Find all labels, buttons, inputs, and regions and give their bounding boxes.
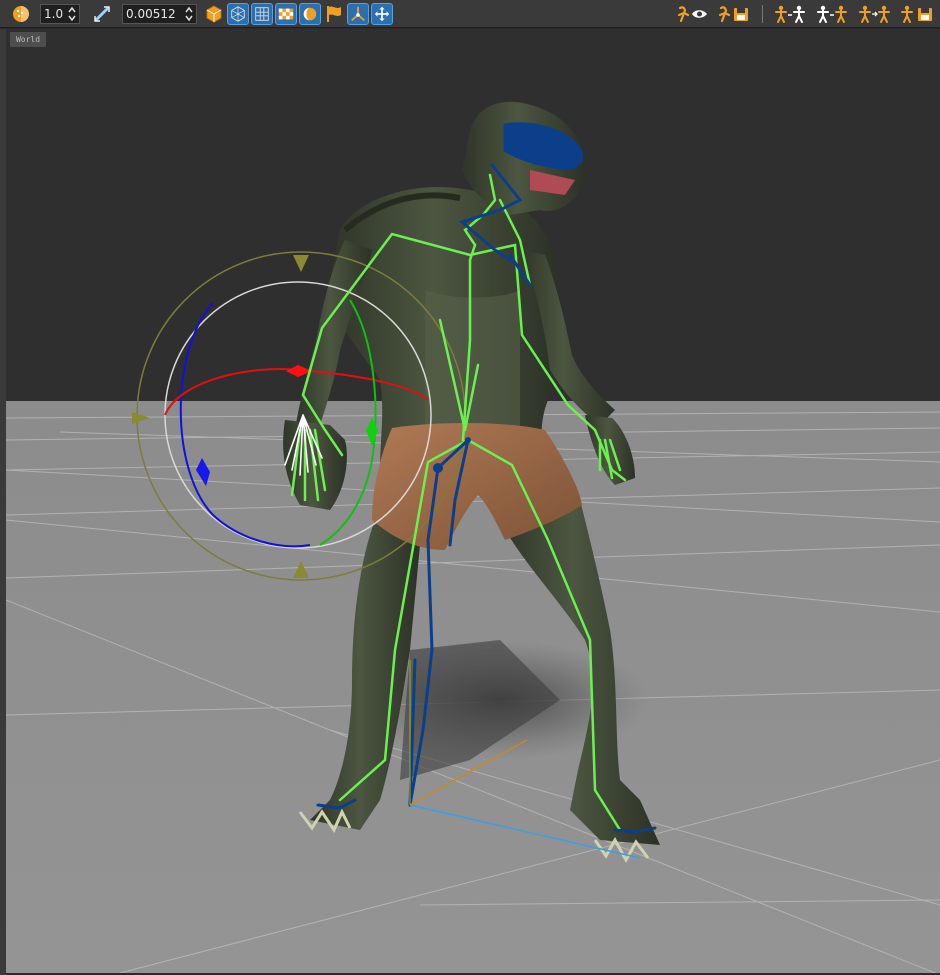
pelvis-joint [465, 437, 471, 443]
spin-arrows-icon[interactable] [67, 6, 77, 22]
move-cross-icon[interactable] [371, 3, 393, 25]
bone-size-spinbox[interactable] [122, 4, 197, 24]
pose-copy-icon[interactable] [772, 3, 810, 25]
opacity-input[interactable] [41, 5, 68, 23]
motion-save-icon[interactable] [716, 3, 752, 25]
transparency-ball-icon[interactable] [10, 3, 32, 25]
motion-preview-icon[interactable] [675, 3, 711, 25]
display-mesh-icon[interactable] [203, 3, 225, 25]
root-joint [433, 463, 443, 473]
axis-icon[interactable] [347, 3, 369, 25]
scene-canvas[interactable] [6, 29, 940, 973]
flag-icon[interactable] [323, 3, 345, 25]
toolbar-separator [762, 5, 763, 23]
pose-mirror-icon[interactable] [856, 3, 894, 25]
pose-save-icon[interactable] [898, 3, 936, 25]
3d-viewport[interactable] [6, 29, 940, 973]
viewport-toolbar [0, 0, 940, 28]
coordinate-space-label[interactable]: World [10, 32, 46, 47]
opacity-spinbox[interactable] [40, 4, 80, 24]
wireframe-icon[interactable] [227, 3, 249, 25]
bone-size-icon[interactable] [91, 3, 113, 25]
light-icon[interactable] [299, 3, 321, 25]
pose-paste-icon[interactable] [814, 3, 852, 25]
grid-icon[interactable] [251, 3, 273, 25]
spin-arrows-icon[interactable] [184, 6, 194, 22]
animation-editor: World [0, 0, 940, 975]
bone-size-input[interactable] [123, 5, 184, 23]
checker-icon[interactable] [275, 3, 297, 25]
